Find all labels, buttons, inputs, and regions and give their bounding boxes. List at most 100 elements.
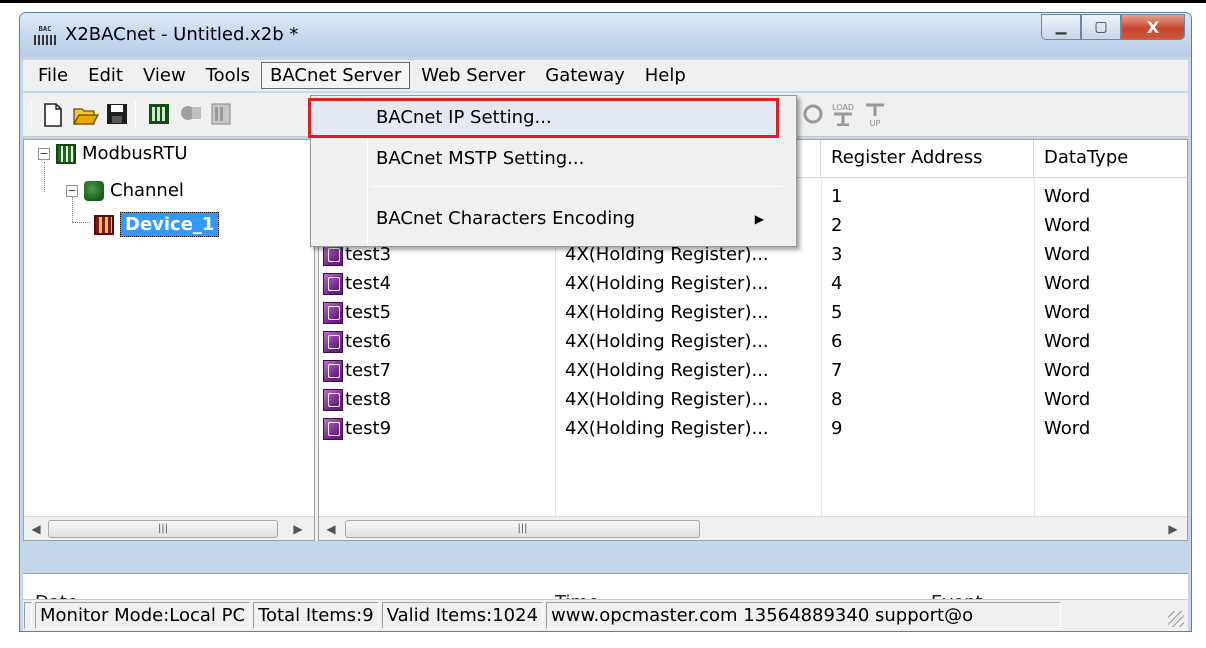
tag-datatype: Word — [1044, 389, 1091, 410]
menu-view[interactable]: View — [134, 62, 195, 89]
tree-node-device[interactable]: Device_1 — [94, 212, 220, 237]
column-header-datatype[interactable]: DataType — [1034, 140, 1187, 178]
tag-register-type: 4X(Holding Register)... — [565, 273, 769, 294]
status-bar: Monitor Mode:Local PC Total Items:9 Vali… — [23, 599, 1188, 631]
status-spacer — [24, 602, 32, 629]
save-icon[interactable] — [105, 103, 129, 127]
modbus-bus-icon — [56, 143, 76, 164]
add-channel-icon[interactable] — [147, 103, 171, 127]
tag-register-address: 6 — [831, 331, 843, 352]
tag-icon — [323, 418, 343, 440]
tag-datatype: Word — [1044, 244, 1091, 265]
tree-horizontal-scrollbar[interactable]: ◀ ||| ▶ — [24, 516, 314, 540]
menu-gateway[interactable]: Gateway — [536, 62, 634, 89]
tag-datatype: Word — [1044, 302, 1091, 323]
tag-datatype: Word — [1044, 360, 1091, 381]
table-row[interactable]: test4 4X(Holding Register)... 4 Word — [319, 269, 1187, 298]
table-row[interactable]: test6 4X(Holding Register)... 6 Word — [319, 327, 1187, 356]
tag-register-type: 4X(Holding Register)... — [565, 360, 769, 381]
tag-register-address: 4 — [831, 273, 843, 294]
tag-register-address: 2 — [831, 215, 843, 236]
table-row[interactable]: test8 4X(Holding Register)... 8 Word — [319, 385, 1187, 414]
table-row[interactable]: test5 4X(Holding Register)... 5 Word — [319, 298, 1187, 327]
scroll-left-icon[interactable]: ◀ — [27, 520, 45, 538]
status-monitor-mode: Monitor Mode:Local PC — [35, 602, 251, 629]
list-horizontal-scrollbar[interactable]: ◀ ||| ▶ — [319, 516, 1187, 540]
new-file-icon[interactable] — [41, 103, 65, 127]
scroll-left-icon[interactable]: ◀ — [322, 520, 340, 538]
status-contact: www.opcmaster.com 13564889340 support@o — [546, 602, 1062, 629]
status-total-items: Total Items:9 — [253, 602, 379, 629]
minimize-icon: ▁ — [1055, 19, 1067, 35]
menu-edit[interactable]: Edit — [79, 62, 132, 89]
tag-icon — [323, 273, 343, 295]
tag-name: test9 — [345, 418, 392, 439]
upload-icon[interactable]: UP — [863, 103, 887, 128]
tag-register-address: 7 — [831, 360, 843, 381]
scroll-right-icon[interactable]: ▶ — [289, 520, 307, 538]
title-bar[interactable]: BAC X2BACnet - Untitled.x2b * ▁ ▢ X — [20, 13, 1191, 57]
menu-help[interactable]: Help — [636, 62, 695, 89]
tag-name: test3 — [345, 244, 392, 265]
device-icon — [94, 214, 114, 235]
table-row[interactable]: test9 4X(Holding Register)... 9 Word — [319, 414, 1187, 443]
app-logo-text: BAC — [38, 25, 52, 33]
tree-label-modbusrtu: ModbusRTU — [82, 143, 188, 164]
load-label: LOAD — [832, 103, 854, 112]
load-icon[interactable]: LOAD — [831, 103, 855, 127]
tree-label-channel: Channel — [110, 180, 184, 201]
menu-file[interactable]: File — [29, 62, 77, 89]
tag-register-address: 5 — [831, 302, 843, 323]
resize-grip-icon[interactable] — [1168, 611, 1184, 627]
menu-web-server[interactable]: Web Server — [412, 62, 534, 89]
tag-register-type: 4X(Holding Register)... — [565, 418, 769, 439]
menu-item-bacnet-mstp-setting[interactable]: BACnet MSTP Setting... — [311, 142, 796, 178]
toolbar-separator — [135, 101, 136, 129]
close-button[interactable]: X — [1121, 14, 1185, 40]
tag-name: test4 — [345, 273, 392, 294]
menu-tools[interactable]: Tools — [197, 62, 259, 89]
tag-icon — [323, 331, 343, 353]
tag-register-type: 4X(Holding Register)... — [565, 244, 769, 265]
tag-icon — [323, 244, 343, 266]
maximize-icon: ▢ — [1094, 19, 1108, 35]
tree-node-modbusrtu[interactable]: − ModbusRTU — [38, 143, 188, 164]
tag-register-address: 3 — [831, 244, 843, 265]
tag-name: test6 — [345, 331, 392, 352]
channel-icon — [84, 180, 104, 201]
tag-datatype: Word — [1044, 273, 1091, 294]
tag-register-type: 4X(Holding Register)... — [565, 302, 769, 323]
app-logo-icon: BAC — [34, 25, 56, 47]
menu-bar: File Edit View Tools BACnet Server Web S… — [23, 60, 1188, 92]
scroll-thumb[interactable]: ||| — [345, 520, 700, 538]
menu-item-bacnet-ip-setting[interactable]: BACnet IP Setting... — [308, 98, 779, 138]
up-label: UP — [869, 119, 881, 128]
collapse-icon[interactable]: − — [38, 147, 50, 160]
menu-item-bacnet-characters-encoding[interactable]: BACnet Characters Encoding ▶ — [311, 202, 796, 238]
add-device-icon[interactable] — [179, 103, 203, 127]
menu-separator — [371, 186, 783, 187]
tag-name: test8 — [345, 389, 392, 410]
collapse-icon[interactable]: − — [66, 184, 78, 197]
minimize-button[interactable]: ▁ — [1041, 14, 1081, 40]
tag-icon — [323, 389, 343, 411]
tag-datatype: Word — [1044, 331, 1091, 352]
tag-register-address: 8 — [831, 389, 843, 410]
menu-bacnet-server[interactable]: BACnet Server — [261, 62, 411, 89]
table-row[interactable]: test7 4X(Holding Register)... 7 Word — [319, 356, 1187, 385]
tree-node-channel[interactable]: − Channel — [66, 180, 184, 201]
scroll-thumb[interactable]: ||| — [48, 520, 278, 538]
tag-register-address: 9 — [831, 418, 843, 439]
page-top-rule — [0, 0, 1206, 3]
scroll-right-icon[interactable]: ▶ — [1164, 520, 1182, 538]
add-tag-icon[interactable] — [209, 103, 233, 127]
tree-label-device: Device_1 — [120, 212, 220, 237]
window-controls: ▁ ▢ X — [1041, 14, 1185, 40]
open-folder-icon[interactable] — [72, 103, 100, 127]
status-valid-items: Valid Items:1024 — [381, 602, 544, 629]
tag-datatype: Word — [1044, 186, 1091, 207]
column-header-register-address[interactable]: Register Address — [821, 140, 1034, 178]
tag-name: test5 — [345, 302, 392, 323]
maximize-button[interactable]: ▢ — [1081, 14, 1121, 40]
tool-icon[interactable] — [801, 103, 825, 127]
